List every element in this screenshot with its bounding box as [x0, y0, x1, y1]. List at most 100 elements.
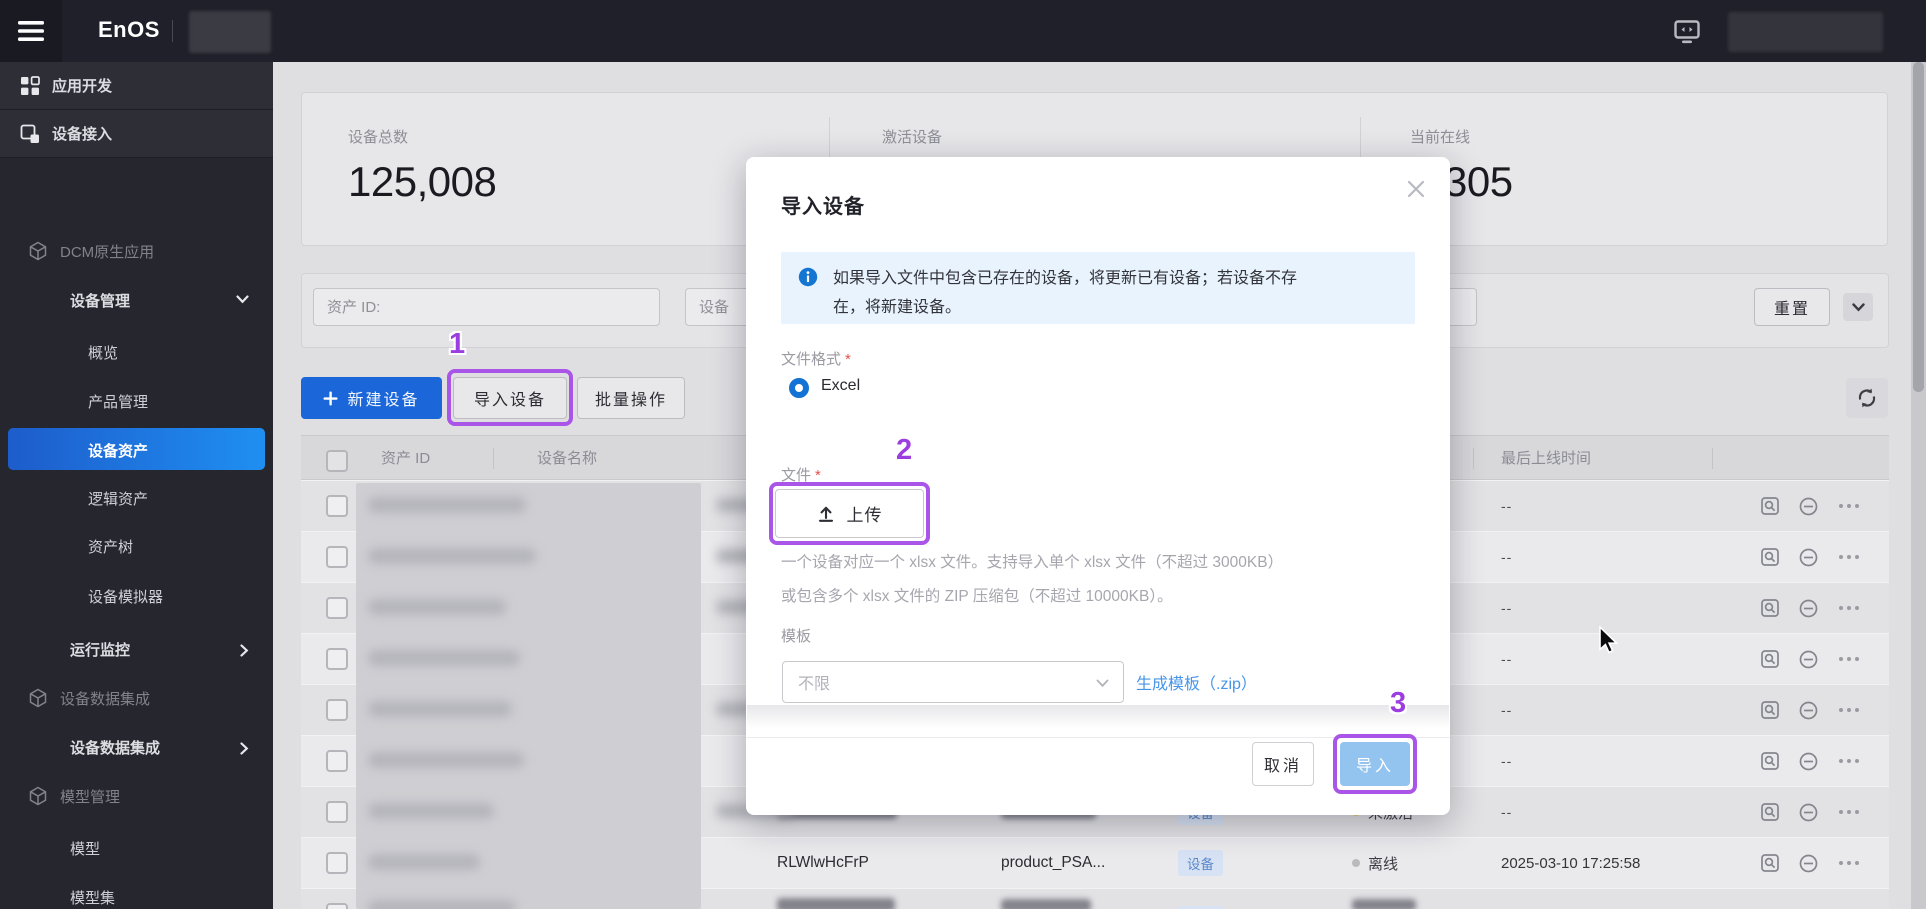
sidebar-item-device-management[interactable]: 设备管理	[0, 278, 273, 322]
view-details-icon[interactable]	[1761, 497, 1780, 516]
chevron-right-icon	[240, 742, 249, 755]
console-monitor-icon[interactable]	[1674, 20, 1700, 44]
row-checkbox[interactable]	[326, 801, 348, 823]
upload-button[interactable]: 上传	[775, 489, 924, 538]
chevron-right-icon	[240, 644, 249, 657]
status-offline-dot	[1352, 859, 1360, 867]
new-device-button-label: 新建设备	[347, 392, 420, 409]
disable-device-icon[interactable]	[1799, 650, 1818, 669]
last-online-empty: --	[1501, 600, 1513, 616]
sidebar-group-label: DCM原生应用	[60, 243, 155, 261]
row-checkbox[interactable]	[326, 852, 348, 874]
template-label: 模板	[781, 628, 812, 645]
row-checkbox[interactable]	[326, 495, 348, 517]
template-select[interactable]: 不限	[782, 661, 1124, 703]
info-icon	[798, 267, 818, 287]
sidebar-group-model-management[interactable]: 模型管理	[0, 774, 273, 818]
view-details-icon[interactable]	[1761, 752, 1780, 771]
more-actions-icon[interactable]	[1838, 809, 1860, 815]
disable-device-icon[interactable]	[1799, 497, 1818, 516]
more-actions-icon[interactable]	[1838, 605, 1860, 611]
info-banner-line1: 如果导入文件中包含已存在的设备，将更新已有设备；若设备不存	[833, 270, 1298, 287]
row-checkbox[interactable]	[326, 903, 348, 909]
sidebar-item-product-management[interactable]: 产品管理	[0, 379, 273, 423]
view-details-icon[interactable]	[1761, 548, 1780, 567]
select-all-checkbox[interactable]	[326, 450, 348, 472]
close-icon[interactable]	[1404, 177, 1428, 201]
more-actions-icon[interactable]	[1838, 860, 1860, 866]
new-device-button[interactable]: 新建设备	[301, 377, 442, 419]
more-actions-icon[interactable]	[1838, 503, 1860, 509]
disable-device-icon[interactable]	[1799, 752, 1818, 771]
more-actions-icon[interactable]	[1838, 656, 1860, 662]
disable-device-icon[interactable]	[1799, 548, 1818, 567]
view-details-icon[interactable]	[1761, 854, 1780, 873]
import-device-button[interactable]: 导入设备	[453, 377, 567, 419]
row-checkbox[interactable]	[326, 597, 348, 619]
sidebar-item-operation-monitoring[interactable]: 运行监控	[0, 627, 273, 671]
disable-device-icon[interactable]	[1799, 803, 1818, 822]
page-scrollbar-thumb[interactable]	[1913, 62, 1924, 392]
row-checkbox[interactable]	[326, 750, 348, 772]
row-checkbox[interactable]	[326, 699, 348, 721]
file-format-label-text: 文件格式	[781, 351, 842, 368]
template-select-value: 不限	[798, 676, 831, 693]
row-checkbox[interactable]	[326, 546, 348, 568]
generate-template-link[interactable]: 生成模板（.zip）	[1136, 670, 1257, 694]
view-details-icon[interactable]	[1761, 599, 1780, 618]
view-details-icon[interactable]	[1761, 701, 1780, 720]
device-key-cell: RLWlwHcFrP	[777, 854, 869, 871]
cube-icon	[29, 688, 47, 708]
view-details-icon[interactable]	[1761, 650, 1780, 669]
status-cell: 离线	[1352, 838, 1398, 888]
sidebar-item-device-data-integration[interactable]: 设备数据集成	[0, 725, 273, 769]
asset-type-cell: 设备	[1178, 894, 1223, 909]
row-checkbox[interactable]	[326, 648, 348, 670]
asset-id-filter-input[interactable]	[313, 288, 660, 326]
sidebar-item-label: 设备接入	[52, 126, 113, 143]
disable-device-icon[interactable]	[1799, 854, 1818, 873]
sidebar-nav: 应用开发 设备接入 DCM原生应用 设备管理 概览 产品管理 设备资产 逻辑资产…	[0, 62, 273, 909]
disable-device-icon[interactable]	[1799, 701, 1818, 720]
import-submit-button[interactable]: 导入	[1340, 742, 1410, 786]
refresh-button[interactable]	[1846, 378, 1888, 418]
sidebar-item-app-development[interactable]: 应用开发	[0, 62, 273, 110]
disable-device-icon[interactable]	[1799, 599, 1818, 618]
batch-operation-button[interactable]: 批量操作	[577, 377, 685, 419]
cube-icon	[29, 786, 47, 806]
chevron-down-icon	[236, 295, 249, 304]
sidebar-item-overview[interactable]: 概览	[0, 330, 273, 374]
top-bar: EnOS	[0, 0, 1926, 62]
sidebar-item-label: 运行监控	[70, 641, 131, 659]
sidebar-item-logical-assets[interactable]: 逻辑资产	[0, 476, 273, 520]
hamburger-menu-button[interactable]	[0, 0, 62, 62]
scroll-shadow	[747, 705, 1449, 729]
more-actions-icon[interactable]	[1838, 758, 1860, 764]
view-details-icon[interactable]	[1761, 803, 1780, 822]
reset-button[interactable]: 重置	[1754, 288, 1830, 326]
redacted-app-name	[189, 11, 271, 53]
sidebar-item-model-set[interactable]: 模型集	[0, 875, 273, 909]
filter-expand-button[interactable]	[1843, 293, 1873, 321]
sidebar-item-device-simulator[interactable]: 设备模拟器	[0, 574, 273, 618]
column-divider	[1712, 448, 1713, 469]
stat-total-devices-value: 125,008	[348, 158, 497, 205]
sidebar-item-device-assets[interactable]: 设备资产	[0, 428, 273, 472]
excel-radio-selected[interactable]	[789, 378, 809, 398]
column-header-last-online[interactable]: 最后上线时间	[1501, 436, 1591, 479]
cancel-button[interactable]: 取消	[1252, 742, 1314, 786]
column-header-device-name[interactable]: 设备名称	[537, 436, 597, 479]
sidebar-group-device-data-integration[interactable]: 设备数据集成	[0, 676, 273, 720]
sidebar-item-model[interactable]: 模型	[0, 826, 273, 870]
upload-button-label: 上传	[846, 506, 883, 525]
import-device-modal: 导入设备 如果导入文件中包含已存在的设备，将更新已有设备；若设备不存 在，将新建…	[746, 157, 1450, 815]
more-actions-icon[interactable]	[1838, 707, 1860, 713]
sidebar-group-dcm-native[interactable]: DCM原生应用	[0, 229, 273, 273]
sidebar-item-device-access[interactable]: 设备接入	[0, 110, 273, 158]
brand-divider	[172, 20, 173, 42]
modal-title: 导入设备	[781, 196, 865, 218]
stat-total-devices-label: 设备总数	[348, 129, 409, 146]
column-header-asset-id[interactable]: 资产 ID	[381, 436, 430, 479]
sidebar-item-asset-tree[interactable]: 资产树	[0, 524, 273, 568]
more-actions-icon[interactable]	[1838, 554, 1860, 560]
